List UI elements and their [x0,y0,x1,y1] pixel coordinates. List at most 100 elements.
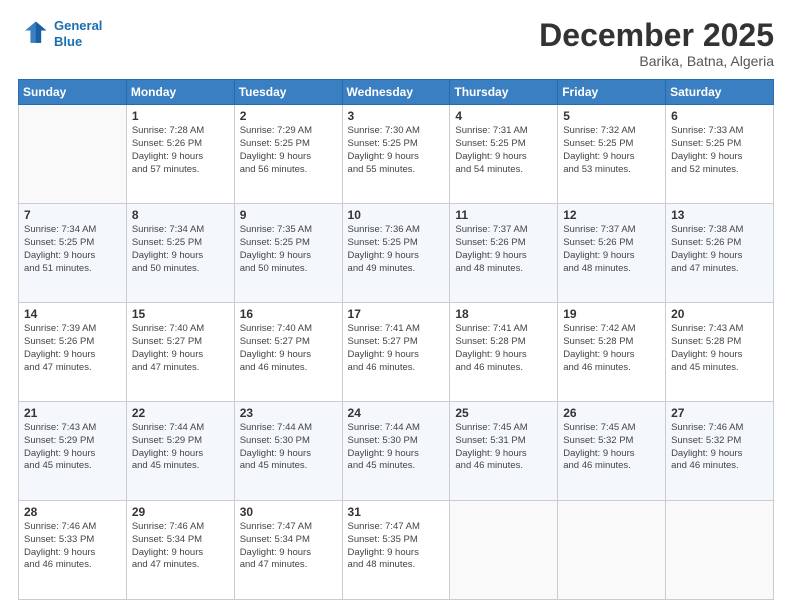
day-number: 17 [348,307,445,321]
calendar-cell: 16 Sunrise: 7:40 AMSunset: 5:27 PMDayligh… [234,303,342,402]
calendar-cell: 30 Sunrise: 7:47 AMSunset: 5:34 PMDayligh… [234,501,342,600]
calendar-week-row: 14 Sunrise: 7:39 AMSunset: 5:26 PMDayligh… [19,303,774,402]
day-number: 11 [455,208,552,222]
calendar-cell: 11Sunrise: 7:37 AMSunset: 5:26 PMDayligh… [450,204,558,303]
day-number: 30 [240,505,337,519]
day-details: Sunrise: 7:34 AMSunset: 5:25 PMDaylight:… [132,224,229,275]
calendar-cell: 1 Sunrise: 7:28 AMSunset: 5:26 PMDaylight… [126,105,234,204]
day-number: 22 [132,406,229,420]
day-details: Sunrise: 7:46 AMSunset: 5:33 PMDaylight:… [24,521,121,572]
calendar-cell: 24 Sunrise: 7:44 AMSunset: 5:30 PMDayligh… [342,402,450,501]
day-number: 31 [348,505,445,519]
calendar-cell [19,105,127,204]
calendar-cell: 3Sunrise: 7:30 AMSunset: 5:25 PMDaylight… [342,105,450,204]
day-number: 27 [671,406,768,420]
logo-icon [18,18,50,50]
day-number: 2 [240,109,337,123]
day-number: 19 [563,307,660,321]
day-number: 29 [132,505,229,519]
day-number: 4 [455,109,552,123]
day-details: Sunrise: 7:33 AMSunset: 5:25 PMDaylight:… [671,125,768,176]
day-details: Sunrise: 7:40 AMSunset: 5:27 PMDaylight:… [132,323,229,374]
day-details: Sunrise: 7:41 AMSunset: 5:28 PMDaylight:… [455,323,552,374]
calendar-cell [558,501,666,600]
day-number: 16 [240,307,337,321]
calendar-table: SundayMondayTuesdayWednesdayThursdayFrid… [18,79,774,600]
calendar-cell: 31 Sunrise: 7:47 AMSunset: 5:35 PMDayligh… [342,501,450,600]
calendar-week-row: 1 Sunrise: 7:28 AMSunset: 5:26 PMDaylight… [19,105,774,204]
day-details: Sunrise: 7:44 AMSunset: 5:30 PMDaylight:… [348,422,445,473]
calendar-header-row: SundayMondayTuesdayWednesdayThursdayFrid… [19,80,774,105]
day-details: Sunrise: 7:44 AMSunset: 5:29 PMDaylight:… [132,422,229,473]
calendar-cell: 21 Sunrise: 7:43 AMSunset: 5:29 PMDayligh… [19,402,127,501]
calendar-cell: 25 Sunrise: 7:45 AMSunset: 5:31 PMDayligh… [450,402,558,501]
calendar-header-tuesday: Tuesday [234,80,342,105]
calendar-cell: 18Sunrise: 7:41 AMSunset: 5:28 PMDayligh… [450,303,558,402]
header: General Blue December 2025 Barika, Batna… [18,18,774,69]
page: General Blue December 2025 Barika, Batna… [0,0,792,612]
calendar-cell: 6 Sunrise: 7:33 AMSunset: 5:25 PMDaylight… [666,105,774,204]
day-number: 7 [24,208,121,222]
calendar-cell: 17 Sunrise: 7:41 AMSunset: 5:27 PMDayligh… [342,303,450,402]
calendar-cell: 26 Sunrise: 7:45 AMSunset: 5:32 PMDayligh… [558,402,666,501]
day-details: Sunrise: 7:46 AMSunset: 5:32 PMDaylight:… [671,422,768,473]
day-number: 20 [671,307,768,321]
day-details: Sunrise: 7:29 AMSunset: 5:25 PMDaylight:… [240,125,337,176]
calendar-cell: 12Sunrise: 7:37 AMSunset: 5:26 PMDayligh… [558,204,666,303]
calendar-cell: 7Sunrise: 7:34 AMSunset: 5:25 PMDaylight… [19,204,127,303]
day-number: 23 [240,406,337,420]
logo: General Blue [18,18,102,50]
day-number: 24 [348,406,445,420]
day-number: 25 [455,406,552,420]
day-details: Sunrise: 7:28 AMSunset: 5:26 PMDaylight:… [132,125,229,176]
day-number: 9 [240,208,337,222]
calendar-cell: 23 Sunrise: 7:44 AMSunset: 5:30 PMDayligh… [234,402,342,501]
calendar-cell: 8Sunrise: 7:34 AMSunset: 5:25 PMDaylight… [126,204,234,303]
day-details: Sunrise: 7:47 AMSunset: 5:34 PMDaylight:… [240,521,337,572]
calendar-header-thursday: Thursday [450,80,558,105]
day-details: Sunrise: 7:32 AMSunset: 5:25 PMDaylight:… [563,125,660,176]
day-number: 6 [671,109,768,123]
calendar-cell: 2 Sunrise: 7:29 AMSunset: 5:25 PMDaylight… [234,105,342,204]
calendar-cell: 9Sunrise: 7:35 AMSunset: 5:25 PMDaylight… [234,204,342,303]
day-details: Sunrise: 7:43 AMSunset: 5:29 PMDaylight:… [24,422,121,473]
day-details: Sunrise: 7:31 AMSunset: 5:25 PMDaylight:… [455,125,552,176]
location-subtitle: Barika, Batna, Algeria [539,53,774,69]
day-number: 13 [671,208,768,222]
calendar-cell: 14 Sunrise: 7:39 AMSunset: 5:26 PMDayligh… [19,303,127,402]
day-number: 28 [24,505,121,519]
calendar-cell: 13Sunrise: 7:38 AMSunset: 5:26 PMDayligh… [666,204,774,303]
day-details: Sunrise: 7:36 AMSunset: 5:25 PMDaylight:… [348,224,445,275]
calendar-cell: 29Sunrise: 7:46 AMSunset: 5:34 PMDayligh… [126,501,234,600]
calendar-cell: 22 Sunrise: 7:44 AMSunset: 5:29 PMDayligh… [126,402,234,501]
calendar-cell: 4 Sunrise: 7:31 AMSunset: 5:25 PMDaylight… [450,105,558,204]
day-number: 5 [563,109,660,123]
day-details: Sunrise: 7:45 AMSunset: 5:31 PMDaylight:… [455,422,552,473]
calendar-week-row: 28 Sunrise: 7:46 AMSunset: 5:33 PMDayligh… [19,501,774,600]
day-number: 26 [563,406,660,420]
day-number: 21 [24,406,121,420]
day-details: Sunrise: 7:45 AMSunset: 5:32 PMDaylight:… [563,422,660,473]
day-details: Sunrise: 7:41 AMSunset: 5:27 PMDaylight:… [348,323,445,374]
day-number: 1 [132,109,229,123]
day-details: Sunrise: 7:43 AMSunset: 5:28 PMDaylight:… [671,323,768,374]
calendar-cell [450,501,558,600]
logo-general: General [54,18,102,33]
calendar-header-friday: Friday [558,80,666,105]
day-details: Sunrise: 7:44 AMSunset: 5:30 PMDaylight:… [240,422,337,473]
logo-text: General Blue [54,18,102,49]
day-details: Sunrise: 7:40 AMSunset: 5:27 PMDaylight:… [240,323,337,374]
day-details: Sunrise: 7:47 AMSunset: 5:35 PMDaylight:… [348,521,445,572]
calendar-header-sunday: Sunday [19,80,127,105]
calendar-cell: 15 Sunrise: 7:40 AMSunset: 5:27 PMDayligh… [126,303,234,402]
day-number: 10 [348,208,445,222]
calendar-week-row: 21 Sunrise: 7:43 AMSunset: 5:29 PMDayligh… [19,402,774,501]
day-number: 14 [24,307,121,321]
day-number: 15 [132,307,229,321]
day-details: Sunrise: 7:42 AMSunset: 5:28 PMDaylight:… [563,323,660,374]
day-details: Sunrise: 7:39 AMSunset: 5:26 PMDaylight:… [24,323,121,374]
calendar-cell: 27 Sunrise: 7:46 AMSunset: 5:32 PMDayligh… [666,402,774,501]
day-details: Sunrise: 7:37 AMSunset: 5:26 PMDaylight:… [563,224,660,275]
title-block: December 2025 Barika, Batna, Algeria [539,18,774,69]
day-number: 3 [348,109,445,123]
